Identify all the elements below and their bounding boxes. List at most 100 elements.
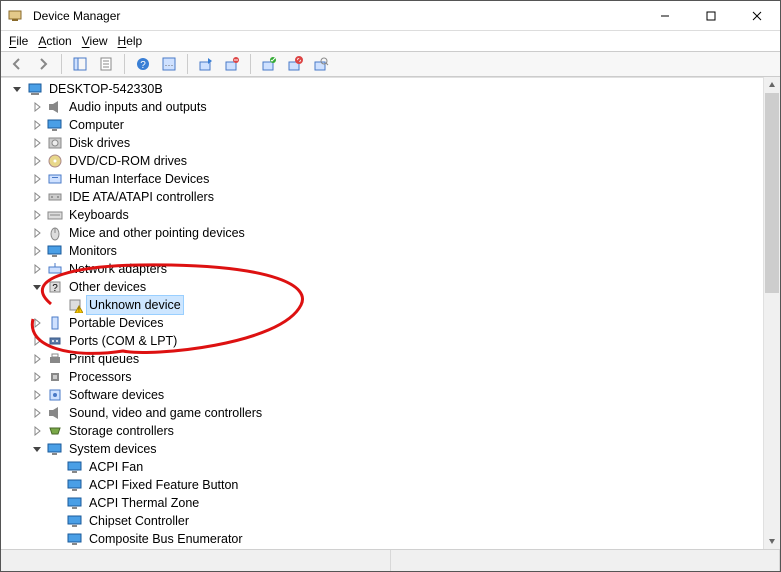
scroll-thumb[interactable] (765, 93, 779, 293)
expand-toggle-icon[interactable] (29, 351, 45, 367)
tree-category[interactable]: Computer (1, 116, 780, 134)
minimize-button[interactable] (642, 1, 688, 31)
audio-icon (47, 99, 63, 115)
back-button[interactable] (5, 53, 29, 75)
expand-toggle-icon[interactable] (29, 387, 45, 403)
expand-toggle-icon[interactable] (29, 333, 45, 349)
device-tree: DESKTOP-542330BAudio inputs and outputsC… (1, 78, 780, 548)
tree-category[interactable]: System devices (1, 440, 780, 458)
help-button[interactable]: ? (131, 53, 155, 75)
expand-toggle-icon[interactable] (29, 135, 45, 151)
action-button[interactable]: ⋯ (157, 53, 181, 75)
tree-category[interactable]: Monitors (1, 242, 780, 260)
tree-item-label: ACPI Fixed Feature Button (87, 476, 240, 494)
tree-category[interactable]: Mice and other pointing devices (1, 224, 780, 242)
expand-toggle-icon[interactable] (29, 207, 45, 223)
expand-toggle-icon[interactable] (29, 117, 45, 133)
expand-toggle-icon[interactable] (29, 189, 45, 205)
tree-category[interactable]: Print queues (1, 350, 780, 368)
scroll-up-button[interactable] (764, 77, 780, 93)
tree-device[interactable]: ACPI Thermal Zone (1, 494, 780, 512)
tree-category[interactable]: Network adapters (1, 260, 780, 278)
expand-toggle-icon[interactable] (29, 423, 45, 439)
expand-toggle-icon[interactable] (49, 531, 65, 547)
device-tree-panel[interactable]: DESKTOP-542330BAudio inputs and outputsC… (1, 77, 780, 549)
expand-toggle-icon[interactable] (29, 441, 45, 457)
properties-button[interactable] (94, 53, 118, 75)
tree-category[interactable]: Sound, video and game controllers (1, 404, 780, 422)
expand-toggle-icon[interactable] (29, 261, 45, 277)
computer-icon (27, 81, 43, 97)
monitor-icon (67, 531, 83, 547)
tree-category[interactable]: DVD/CD-ROM drives (1, 152, 780, 170)
tree-device[interactable]: !Unknown device (1, 296, 780, 314)
forward-button[interactable] (31, 53, 55, 75)
menu-view[interactable]: View (82, 34, 108, 48)
tree-item-label: Chipset Controller (87, 512, 191, 530)
app-icon (7, 8, 23, 24)
expand-toggle-icon[interactable] (29, 315, 45, 331)
expand-toggle-icon[interactable] (29, 99, 45, 115)
expand-toggle-icon[interactable] (29, 369, 45, 385)
expand-toggle-icon[interactable] (29, 153, 45, 169)
tree-category[interactable]: Software devices (1, 386, 780, 404)
menu-help[interactable]: Help (118, 34, 143, 48)
expand-toggle-icon[interactable] (49, 459, 65, 475)
tree-category[interactable]: Human Interface Devices (1, 170, 780, 188)
expand-toggle-icon[interactable] (29, 243, 45, 259)
tree-device[interactable]: ACPI Fixed Feature Button (1, 476, 780, 494)
expand-toggle-icon[interactable] (49, 495, 65, 511)
tree-category[interactable]: Processors (1, 368, 780, 386)
audio-icon (47, 405, 63, 421)
disk-icon (47, 135, 63, 151)
expand-toggle-icon[interactable] (29, 171, 45, 187)
tree-category[interactable]: Keyboards (1, 206, 780, 224)
tree-item-label: System devices (67, 440, 159, 458)
tree-device[interactable]: Composite Bus Enumerator (1, 530, 780, 548)
tree-category[interactable]: Disk drives (1, 134, 780, 152)
warn-icon: ! (67, 297, 83, 313)
tree-item-label: Mice and other pointing devices (67, 224, 247, 242)
expand-toggle-icon[interactable] (29, 225, 45, 241)
disable-button[interactable] (283, 53, 307, 75)
tree-item-label: DVD/CD-ROM drives (67, 152, 189, 170)
window-title: Device Manager (33, 9, 120, 23)
uninstall-button[interactable] (220, 53, 244, 75)
keyboard-icon (47, 207, 63, 223)
monitor-icon (47, 117, 63, 133)
status-cell (391, 550, 781, 571)
tree-root[interactable]: DESKTOP-542330B (1, 80, 780, 98)
tree-item-label: Keyboards (67, 206, 131, 224)
tree-category[interactable]: ?Other devices (1, 278, 780, 296)
expand-toggle-icon[interactable] (49, 513, 65, 529)
update-driver-button[interactable] (194, 53, 218, 75)
toolbar-separator (61, 54, 62, 74)
vertical-scrollbar[interactable] (763, 77, 780, 549)
portable-icon (47, 315, 63, 331)
expand-toggle-icon[interactable] (29, 405, 45, 421)
show-hide-tree-button[interactable] (68, 53, 92, 75)
tree-category[interactable]: Portable Devices (1, 314, 780, 332)
print-icon (47, 351, 63, 367)
monitor-icon (67, 477, 83, 493)
menu-action[interactable]: Action (38, 34, 71, 48)
menu-file[interactable]: File (9, 34, 28, 48)
tree-category[interactable]: IDE ATA/ATAPI controllers (1, 188, 780, 206)
expand-toggle-icon[interactable] (9, 81, 25, 97)
tree-item-label: IDE ATA/ATAPI controllers (67, 188, 216, 206)
other-icon: ? (47, 279, 63, 295)
tree-item-label: Other devices (67, 278, 148, 296)
expand-toggle-icon[interactable] (29, 279, 45, 295)
scroll-down-button[interactable] (764, 533, 780, 549)
expand-toggle-icon[interactable] (49, 477, 65, 493)
tree-device[interactable]: ACPI Fan (1, 458, 780, 476)
scan-hardware-button[interactable] (309, 53, 333, 75)
close-button[interactable] (734, 1, 780, 31)
tree-category[interactable]: Audio inputs and outputs (1, 98, 780, 116)
tree-category[interactable]: Ports (COM & LPT) (1, 332, 780, 350)
enable-button[interactable] (257, 53, 281, 75)
tree-device[interactable]: Chipset Controller (1, 512, 780, 530)
expand-toggle-icon[interactable] (49, 297, 65, 313)
maximize-button[interactable] (688, 1, 734, 31)
tree-category[interactable]: Storage controllers (1, 422, 780, 440)
